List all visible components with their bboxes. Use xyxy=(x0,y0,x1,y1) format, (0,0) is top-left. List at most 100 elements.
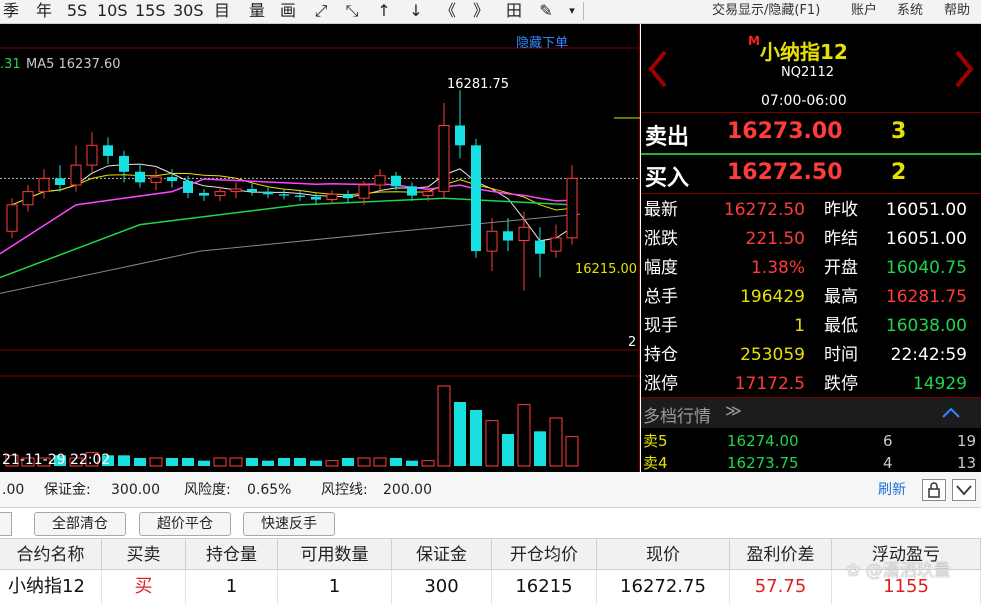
toolbar-tool-13[interactable]: 《 xyxy=(437,0,459,22)
hide-orders-link[interactable]: 隐藏下单 xyxy=(516,32,568,51)
chart-toolbar: 季年 5S 10S 15S 30S 目量画 ⤢ ⤡ ↑ ↓ 《》田 ✎ ▾ 交易显示/隐藏(F1) 账户 系统… xyxy=(0,0,981,24)
buy-price[interactable]: 16272.50 xyxy=(727,160,843,185)
buy-label: 买入 xyxy=(645,166,690,191)
toolbar-tool-9[interactable]: ⤢ xyxy=(310,0,332,22)
depth-level-label: 卖4 xyxy=(643,454,668,472)
candle-down xyxy=(263,191,273,195)
volume-bar-down xyxy=(294,458,306,466)
volume-bar-down xyxy=(310,460,322,466)
toolbar-divider xyxy=(583,2,584,20)
stat-label: 昨收 xyxy=(824,200,858,220)
candle-down xyxy=(343,194,353,199)
action-button-0[interactable]: 全部清仓 xyxy=(34,512,126,536)
toolbar-tool-2[interactable]: 5S xyxy=(64,0,90,22)
sell-label: 卖出 xyxy=(645,125,690,150)
candle-up xyxy=(326,193,338,201)
stat-label: 幅度 xyxy=(644,258,678,278)
volume-bar-down xyxy=(198,460,210,466)
stat-label: 现手 xyxy=(644,316,678,336)
toolbar-tool-4[interactable]: 15S xyxy=(135,0,166,22)
candle-down xyxy=(295,195,305,197)
next-contract-button[interactable] xyxy=(933,38,973,72)
candle-up xyxy=(358,184,370,199)
toolbar-tool-7[interactable]: 量 xyxy=(245,0,269,22)
toolbar-tool-1[interactable]: 年 xyxy=(32,0,56,22)
stat-label: 最低 xyxy=(824,316,858,336)
position-cell[interactable]: 16272.75 xyxy=(597,570,730,604)
risk-label: 风险度: xyxy=(184,482,231,498)
menu-item-3[interactable]: 帮助 xyxy=(944,0,970,22)
stat-label: 涨跌 xyxy=(644,229,678,249)
column-header[interactable]: 开仓均价 xyxy=(492,538,597,570)
candle-up xyxy=(70,164,82,186)
collapse-panel-button[interactable] xyxy=(952,479,976,501)
stat-value: 221.50 xyxy=(745,229,805,249)
position-cell[interactable]: 小纳指12 xyxy=(0,570,102,604)
contract-code: NQ2112 xyxy=(781,65,835,80)
stat-value: 17172.5 xyxy=(734,374,805,394)
stat-label: 跌停 xyxy=(824,374,858,394)
candle-up xyxy=(6,204,18,232)
toolbar-tool-8[interactable]: 画 xyxy=(276,0,300,22)
collapse-up-icon[interactable] xyxy=(941,406,961,420)
prev-contract-button[interactable] xyxy=(649,38,689,72)
position-cell[interactable]: 57.75 xyxy=(730,570,832,604)
position-cell[interactable]: 16215 xyxy=(492,570,597,604)
column-header[interactable]: 买卖 xyxy=(102,538,186,570)
menu-item-0[interactable]: 交易显示/隐藏(F1) xyxy=(712,0,820,22)
toolbar-tool-16[interactable]: ✎ xyxy=(535,0,557,22)
position-cell[interactable]: 300 xyxy=(392,570,492,604)
toolbar-tool-10[interactable]: ⤡ xyxy=(341,0,363,22)
depth-header[interactable]: 多档行情 ≫ xyxy=(641,398,981,428)
tab-stub[interactable] xyxy=(0,512,12,536)
menu-item-1[interactable]: 账户 xyxy=(851,0,877,22)
lock-button[interactable] xyxy=(922,479,946,501)
column-header[interactable]: 现价 xyxy=(597,538,730,570)
stat-value: 1 xyxy=(794,316,805,336)
expand-depth-icon[interactable]: ≫ xyxy=(725,401,742,420)
position-cell[interactable]: 1 xyxy=(186,570,278,604)
candle-down xyxy=(119,155,129,172)
toolbar-tool-11[interactable]: ↑ xyxy=(373,0,395,22)
toolbar-tool-14[interactable]: 》 xyxy=(470,0,492,22)
kline-chart[interactable]: 隐藏下单 .31 MA5 16237.60 16281.75 16215.00 … xyxy=(0,24,640,472)
toolbar-tool-5[interactable]: 30S xyxy=(173,0,204,22)
toolbar-tool-15[interactable]: 田 xyxy=(503,0,525,22)
volume-bar-down xyxy=(342,458,354,466)
margin-value: 300.00 xyxy=(111,482,160,498)
toolbar-tool-17[interactable]: ▾ xyxy=(565,0,579,22)
action-button-1[interactable]: 超价平仓 xyxy=(139,512,231,536)
depth-price[interactable]: 16274.00 xyxy=(727,430,799,452)
action-button-2[interactable]: 快速反手 xyxy=(243,512,335,536)
volume-bar-down xyxy=(246,458,258,466)
stat-value: 253059 xyxy=(740,345,805,365)
depth-price[interactable]: 16273.75 xyxy=(727,452,799,474)
candle-up xyxy=(374,175,386,186)
sell-price[interactable]: 16273.00 xyxy=(727,119,843,144)
column-header[interactable]: 保证金 xyxy=(392,538,492,570)
column-header[interactable]: 盈利价差 xyxy=(730,538,832,570)
toolbar-tool-0[interactable]: 季 xyxy=(0,0,22,22)
account-status-bar: .00 保证金: 300.00 风险度: 0.65% 风控线: 200.00 刷… xyxy=(0,472,981,508)
volume-bar-up xyxy=(565,436,579,467)
ma5-label: MA5 16237.60 xyxy=(26,57,121,72)
refresh-link[interactable]: 刷新 xyxy=(878,472,906,508)
volume-bar-up xyxy=(357,457,371,467)
column-header[interactable]: 合约名称 xyxy=(0,538,102,570)
stat-value: 16051.00 xyxy=(885,200,967,220)
toolbar-tool-6[interactable]: 目 xyxy=(210,0,234,22)
ma60-line xyxy=(0,213,581,294)
stat-value: 196429 xyxy=(740,287,805,307)
menu-item-2[interactable]: 系统 xyxy=(897,0,923,22)
column-header[interactable]: 持仓量 xyxy=(186,538,278,570)
toolbar-tool-3[interactable]: 10S xyxy=(97,0,128,22)
toolbar-tool-12[interactable]: ↓ xyxy=(405,0,427,22)
position-cell[interactable]: 1 xyxy=(278,570,392,604)
position-cell[interactable]: 买 xyxy=(102,570,186,604)
stat-label: 最新 xyxy=(644,200,678,220)
depth-count: 19 xyxy=(957,432,977,450)
candle-down xyxy=(503,231,513,241)
volume-bar-up xyxy=(421,460,435,467)
column-header[interactable]: 可用数量 xyxy=(278,538,392,570)
current-price-label: 16215.00 xyxy=(575,262,638,277)
